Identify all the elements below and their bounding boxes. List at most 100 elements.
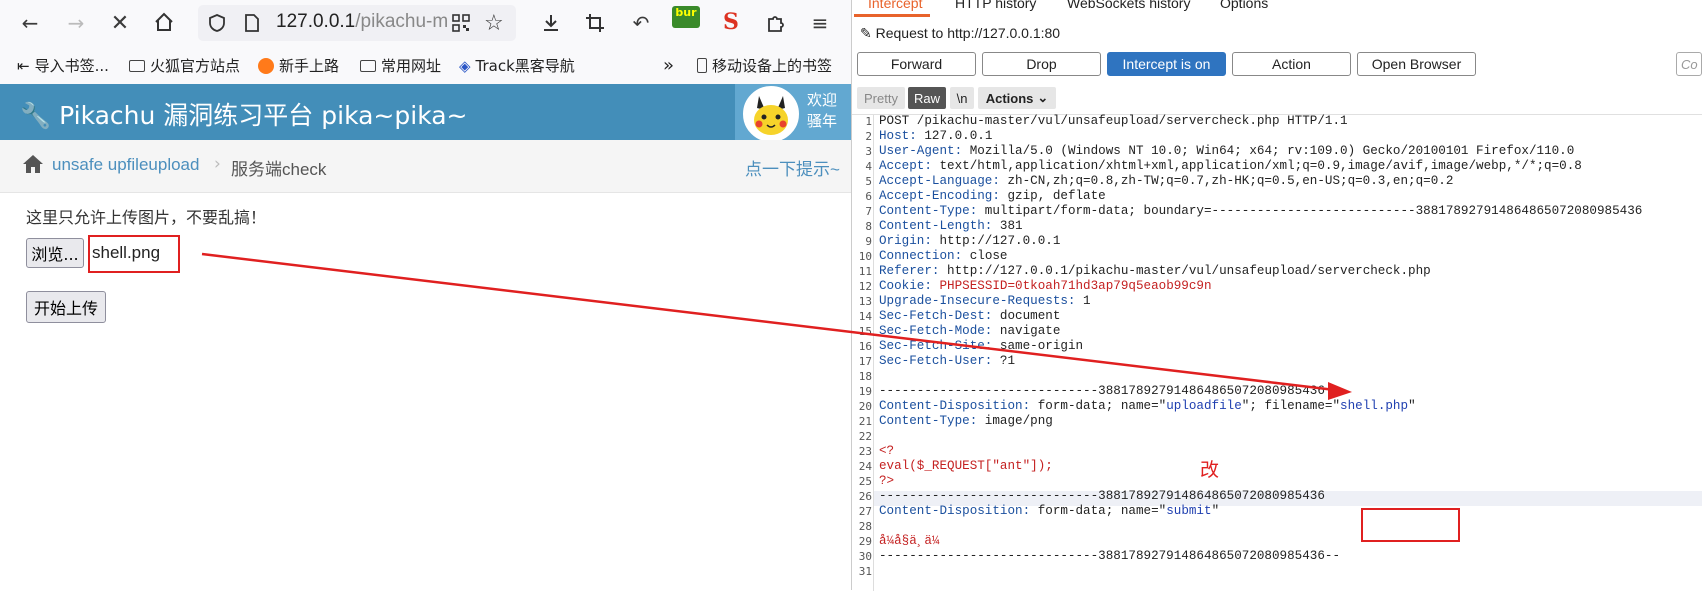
- open-browser-button[interactable]: Open Browser: [1357, 52, 1476, 76]
- shield-icon[interactable]: [208, 13, 226, 37]
- header-value: 381: [992, 219, 1023, 233]
- header-key: Sec-Fetch-Mode:: [879, 324, 993, 338]
- drop-button[interactable]: Drop: [982, 52, 1101, 76]
- request-line: Sec-Fetch-Mode: navigate: [879, 324, 1060, 338]
- bookmark-label: 移动设备上的书签: [712, 57, 833, 75]
- line-number: 31: [858, 565, 872, 578]
- action-button[interactable]: Action: [1232, 52, 1351, 76]
- upload-button[interactable]: 开始上传: [26, 291, 106, 323]
- bookmark-label: Track黑客导航: [475, 57, 575, 75]
- hint-link[interactable]: 点一下提示~: [745, 155, 840, 180]
- pencil-icon: ✎: [860, 25, 872, 41]
- header-key: Sec-Fetch-User:: [879, 354, 993, 368]
- bookmark-getting-started[interactable]: 新手上路: [258, 55, 339, 76]
- user-box[interactable]: 欢迎 骚年: [735, 84, 851, 142]
- annotation-label: 改: [1200, 459, 1220, 481]
- header-key: Connection:: [879, 249, 963, 263]
- annotation-box-filename: [88, 235, 180, 273]
- header-key: Content-Disposition:: [879, 504, 1031, 518]
- home-icon[interactable]: [22, 154, 44, 179]
- header-value: http://127.0.0.1: [931, 234, 1061, 248]
- bookmarks-bar: ⇤ 导入书签... 火狐官方站点 新手上路 常用网址 ◈ Track黑客导航 » 移…: [0, 47, 851, 85]
- header-value: 1: [1075, 294, 1091, 308]
- track-logo-icon: ◈: [459, 56, 471, 75]
- header-value: document: [992, 309, 1061, 323]
- line-number: 19: [858, 385, 872, 398]
- line-number: 25: [858, 475, 872, 488]
- bookmark-mobile[interactable]: 移动设备上的书签: [697, 55, 832, 76]
- header-key: User-Agent:: [879, 144, 963, 158]
- intercept-toggle-button[interactable]: Intercept is on: [1107, 52, 1226, 76]
- breadcrumb: unsafe upfileupload › 服务端check 点一下提示~: [0, 140, 851, 193]
- header-value: text/html,application/xhtml+xml,applicat…: [931, 159, 1582, 173]
- line-number: 29: [858, 535, 872, 548]
- header-value: multipart/form-data; boundary=----------…: [977, 204, 1643, 218]
- line-number: 26: [858, 490, 872, 503]
- line-number: 2: [865, 130, 872, 143]
- undo-icon[interactable]: ↶: [627, 9, 655, 37]
- bookmark-common-sites[interactable]: 常用网址: [360, 55, 441, 76]
- bookmark-import[interactable]: ⇤ 导入书签...: [17, 55, 109, 76]
- request-line: Content-Length: 381: [879, 219, 1023, 233]
- request-line: Sec-Fetch-User: ?1: [879, 354, 1015, 368]
- header-key: Sec-Fetch-Dest:: [879, 309, 993, 323]
- header-value: ": [1408, 399, 1416, 413]
- tab-intercept[interactable]: Intercept: [868, 0, 922, 11]
- request-line: Host: 127.0.0.1: [879, 129, 992, 143]
- stop-icon[interactable]: ✕: [106, 9, 134, 37]
- request-line: -----------------------------38817892791…: [879, 549, 1340, 563]
- header-key: Content-Disposition:: [879, 399, 1031, 413]
- pretty-view-button[interactable]: Pretty: [857, 87, 905, 109]
- extensions-puzzle-icon[interactable]: [762, 9, 790, 37]
- upload-notice: 这里只允许上传图片，不要乱搞！: [26, 208, 267, 227]
- param-name: uploadfile: [1166, 399, 1242, 413]
- request-editor[interactable]: 1 POST /pikachu-master/vul/unsafeupload/s…: [852, 114, 1702, 591]
- line-number: 17: [858, 355, 872, 368]
- request-line: Accept: text/html,application/xhtml+xml,…: [879, 159, 1582, 173]
- newline-toggle-button[interactable]: \n: [950, 87, 974, 109]
- site-title[interactable]: 🔧 Pikachu 漏洞练习平台 pika~pika~: [20, 96, 468, 132]
- browse-button[interactable]: 浏览...: [26, 238, 84, 268]
- forward-icon[interactable]: →: [62, 9, 90, 37]
- bookmark-star-icon[interactable]: ☆: [484, 11, 504, 36]
- bookmark-track-nav[interactable]: ◈ Track黑客导航: [459, 55, 575, 76]
- back-icon[interactable]: ←: [16, 9, 44, 37]
- request-line: User-Agent: Mozilla/5.0 (Windows NT 10.0…: [879, 144, 1574, 158]
- actions-dropdown[interactable]: Actions ⌄: [978, 87, 1056, 109]
- menu-icon[interactable]: ≡: [806, 9, 834, 37]
- raw-view-button[interactable]: Raw: [908, 87, 946, 109]
- highlighted-value: ?>: [879, 474, 895, 488]
- bookmark-firefox-site[interactable]: 火狐官方站点: [129, 55, 240, 76]
- header-value: Mozilla/5.0 (Windows NT 10.0; Win64; x64…: [962, 144, 1575, 158]
- downloads-icon[interactable]: [537, 9, 565, 37]
- bookmarks-overflow-icon[interactable]: »: [663, 55, 674, 76]
- line-number: 6: [865, 190, 872, 203]
- home-icon[interactable]: [150, 8, 178, 36]
- line-number: 11: [858, 265, 872, 278]
- header-key: Accept:: [879, 159, 932, 173]
- qr-code-icon[interactable]: [452, 14, 470, 36]
- chevron-down-icon: ⌄: [1037, 90, 1049, 105]
- request-line: Sec-Fetch-Site: same-origin: [879, 339, 1083, 353]
- breadcrumb-current: 服务端check: [231, 160, 327, 179]
- bookmark-label: 火狐官方站点: [150, 57, 241, 75]
- url-path: /pikachu-m: [355, 11, 449, 32]
- welcome-line-1: 欢迎: [807, 91, 838, 109]
- header-value: "; filename=": [1241, 399, 1341, 413]
- screenshot-crop-icon[interactable]: [581, 9, 609, 37]
- comment-field[interactable]: Co: [1676, 52, 1702, 76]
- burp-extension-icon[interactable]: bur: [672, 6, 700, 28]
- breadcrumb-link[interactable]: unsafe upfileupload: [52, 155, 199, 175]
- forward-button[interactable]: Forward: [857, 52, 976, 76]
- tab-websockets-history[interactable]: WebSockets history: [1067, 0, 1190, 11]
- request-target: ✎ Request to http://127.0.0.1:80: [860, 25, 1060, 42]
- request-line: Content-Disposition: form-data; name="su…: [879, 504, 1219, 518]
- s-extension-icon[interactable]: S: [723, 9, 739, 35]
- request-line: Connection: close: [879, 249, 1008, 263]
- tab-http-history[interactable]: HTTP history: [955, 0, 1036, 11]
- header-key: Sec-Fetch-Site:: [879, 339, 993, 353]
- tab-options[interactable]: Options: [1220, 0, 1268, 11]
- request-line: Content-Type: multipart/form-data; bound…: [879, 204, 1642, 218]
- page-info-icon[interactable]: [244, 14, 260, 36]
- url-bar[interactable]: 127.0.0.1/pikachu-m ☆: [198, 5, 516, 41]
